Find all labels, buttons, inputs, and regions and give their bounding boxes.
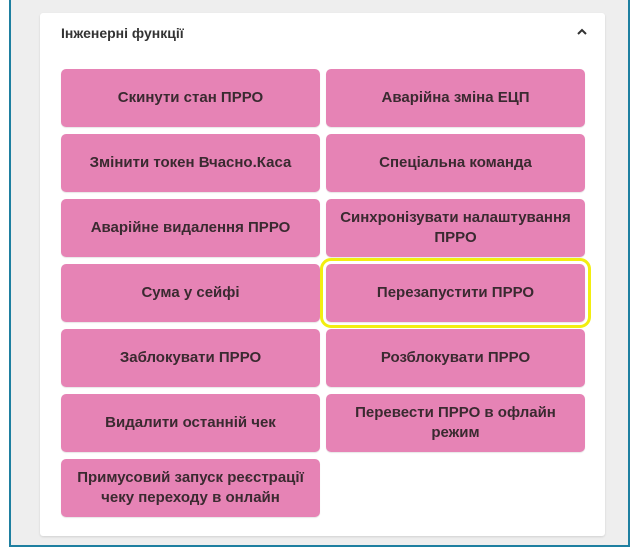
safe-amount-button[interactable]: Сума у сейфі [61, 264, 320, 322]
force-online-transition-button[interactable]: Примусовий запуск реєстрації чеку перехо… [61, 459, 320, 517]
emergency-change-ecp-button[interactable]: Аварійна зміна ЕЦП [326, 69, 585, 127]
special-command-button[interactable]: Спеціальна команда [326, 134, 585, 192]
reset-prro-state-button[interactable]: Скинути стан ПРРО [61, 69, 320, 127]
panel-title: Інженерні функції [61, 25, 184, 41]
emergency-delete-prro-button[interactable]: Аварійне видалення ПРРО [61, 199, 320, 257]
chevron-up-icon[interactable] [575, 25, 589, 39]
unblock-prro-button[interactable]: Розблокувати ПРРО [326, 329, 585, 387]
block-prro-button[interactable]: Заблокувати ПРРО [61, 329, 320, 387]
sync-prro-settings-button[interactable]: Синхронізувати налаштування ПРРО [326, 199, 585, 257]
change-token-button[interactable]: Змінити токен Вчасно.Каса [61, 134, 320, 192]
delete-last-receipt-button[interactable]: Видалити останній чек [61, 394, 320, 452]
switch-prro-offline-button[interactable]: Перевести ПРРО в офлайн режим [326, 394, 585, 452]
restart-prro-button[interactable]: Перезапустити ПРРО [320, 258, 591, 328]
panel-header[interactable]: Інженерні функції [40, 13, 605, 53]
